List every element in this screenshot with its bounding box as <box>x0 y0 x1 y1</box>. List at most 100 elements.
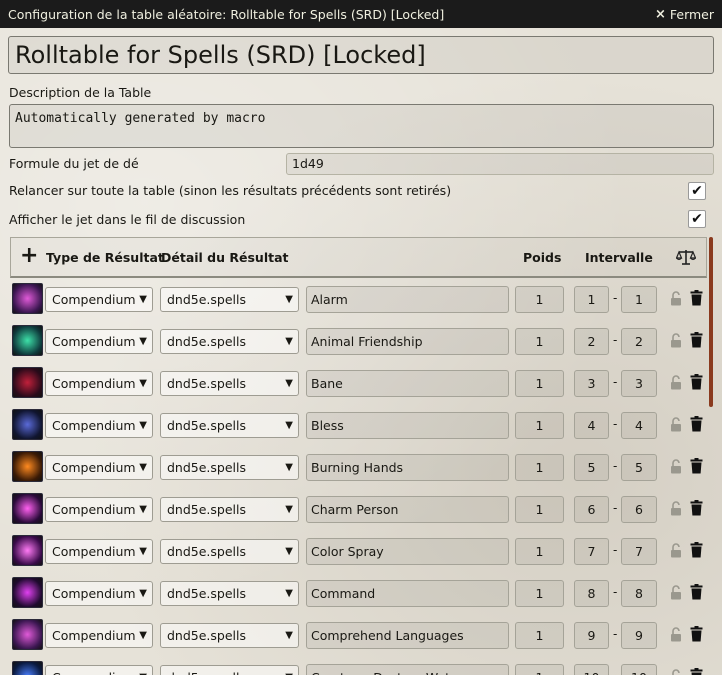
range-low-input[interactable]: 3 <box>574 370 609 397</box>
spell-thumbnail[interactable] <box>12 535 43 566</box>
trash-icon[interactable] <box>690 626 703 642</box>
description-textarea[interactable]: Automatically generated by macro <box>9 104 714 148</box>
close-button[interactable]: × Fermer <box>655 7 714 22</box>
range-low-input[interactable]: 8 <box>574 580 609 607</box>
spell-thumbnail[interactable] <box>12 283 43 314</box>
result-weight-input[interactable]: 1 <box>515 622 564 649</box>
normalize-weights-icon[interactable] <box>676 248 696 266</box>
result-collection-select[interactable]: dnd5e.spells ▼ <box>160 623 299 648</box>
result-type-select[interactable]: Compendium ▼ <box>45 371 153 396</box>
trash-icon[interactable] <box>690 668 703 675</box>
range-high-input[interactable]: 7 <box>621 538 657 565</box>
result-text-input[interactable]: Bane <box>306 370 509 397</box>
result-collection-select[interactable]: dnd5e.spells ▼ <box>160 455 299 480</box>
result-weight-input[interactable]: 1 <box>515 580 564 607</box>
result-type-select[interactable]: Compendium ▼ <box>45 413 153 438</box>
result-collection-select[interactable]: dnd5e.spells ▼ <box>160 581 299 606</box>
result-type-select[interactable]: Compendium ▼ <box>45 329 153 354</box>
result-weight-input[interactable]: 1 <box>515 496 564 523</box>
unlock-icon[interactable] <box>670 417 682 432</box>
replacement-checkbox[interactable]: ✔ <box>688 182 706 200</box>
range-low-input[interactable]: 2 <box>574 328 609 355</box>
range-high-input[interactable]: 6 <box>621 496 657 523</box>
result-weight-input[interactable]: 1 <box>515 538 564 565</box>
table-name-input[interactable]: Rolltable for Spells (SRD) [Locked] <box>8 36 714 74</box>
window-titlebar[interactable]: Configuration de la table aléatoire: Rol… <box>0 0 722 28</box>
spell-thumbnail[interactable] <box>12 409 43 440</box>
trash-icon[interactable] <box>690 416 703 432</box>
range-high-input[interactable]: 4 <box>621 412 657 439</box>
range-high-input[interactable]: 9 <box>621 622 657 649</box>
range-low-input[interactable]: 9 <box>574 622 609 649</box>
result-collection-select[interactable]: dnd5e.spells ▼ <box>160 329 299 354</box>
result-weight-input[interactable]: 1 <box>515 454 564 481</box>
result-type-select[interactable]: Compendium ▼ <box>45 539 153 564</box>
unlock-icon[interactable] <box>670 669 682 675</box>
result-text-input[interactable]: Comprehend Languages <box>306 622 509 649</box>
result-text-input[interactable]: Animal Friendship <box>306 328 509 355</box>
result-collection-select[interactable]: dnd5e.spells ▼ <box>160 287 299 312</box>
result-type-select[interactable]: Compendium ▼ <box>45 623 153 648</box>
range-high-input[interactable]: 8 <box>621 580 657 607</box>
result-type-select[interactable]: Compendium ▼ <box>45 497 153 522</box>
trash-icon[interactable] <box>690 458 703 474</box>
unlock-icon[interactable] <box>670 459 682 474</box>
result-weight-input[interactable]: 1 <box>515 412 564 439</box>
result-text-input[interactable]: Create or Destroy Water <box>306 664 509 675</box>
unlock-icon[interactable] <box>670 543 682 558</box>
result-type-select[interactable]: Compendium ▼ <box>45 287 153 312</box>
spell-thumbnail[interactable] <box>12 661 43 675</box>
unlock-icon[interactable] <box>670 333 682 348</box>
spell-thumbnail[interactable] <box>12 325 43 356</box>
result-collection-select[interactable]: dnd5e.spells ▼ <box>160 497 299 522</box>
range-high-input[interactable]: 3 <box>621 370 657 397</box>
spell-thumbnail[interactable] <box>12 367 43 398</box>
range-low-input[interactable]: 5 <box>574 454 609 481</box>
result-collection-select[interactable]: dnd5e.spells ▼ <box>160 371 299 396</box>
trash-icon[interactable] <box>690 290 703 306</box>
unlock-icon[interactable] <box>670 375 682 390</box>
result-weight-input[interactable]: 1 <box>515 286 564 313</box>
result-text-input[interactable]: Burning Hands <box>306 454 509 481</box>
scrollbar[interactable] <box>709 237 713 407</box>
result-text-input[interactable]: Alarm <box>306 286 509 313</box>
range-low-input[interactable]: 10 <box>574 664 609 675</box>
range-high-input[interactable]: 10 <box>621 664 657 675</box>
spell-thumbnail[interactable] <box>12 619 43 650</box>
range-low-input[interactable]: 7 <box>574 538 609 565</box>
trash-icon[interactable] <box>690 332 703 348</box>
range-low-input[interactable]: 6 <box>574 496 609 523</box>
trash-icon[interactable] <box>690 584 703 600</box>
trash-icon[interactable] <box>690 500 703 516</box>
range-low-input[interactable]: 1 <box>574 286 609 313</box>
unlock-icon[interactable] <box>670 291 682 306</box>
range-high-input[interactable]: 5 <box>621 454 657 481</box>
result-type-select[interactable]: Compendium ▼ <box>45 581 153 606</box>
formula-input[interactable]: 1d49 <box>286 153 714 175</box>
result-type-select[interactable]: Compendium ▼ <box>45 455 153 480</box>
result-weight-input[interactable]: 1 <box>515 328 564 355</box>
unlock-icon[interactable] <box>670 627 682 642</box>
spell-thumbnail[interactable] <box>12 451 43 482</box>
add-result-icon[interactable]: + <box>20 244 38 268</box>
unlock-icon[interactable] <box>670 585 682 600</box>
trash-icon[interactable] <box>690 374 703 390</box>
result-text-input[interactable]: Charm Person <box>306 496 509 523</box>
result-collection-select[interactable]: dnd5e.spells ▼ <box>160 539 299 564</box>
spell-thumbnail[interactable] <box>12 577 43 608</box>
range-high-input[interactable]: 1 <box>621 286 657 313</box>
trash-icon[interactable] <box>690 542 703 558</box>
result-text-input[interactable]: Color Spray <box>306 538 509 565</box>
result-collection-select[interactable]: dnd5e.spells ▼ <box>160 665 299 675</box>
result-weight-input[interactable]: 1 <box>515 370 564 397</box>
range-low-input[interactable]: 4 <box>574 412 609 439</box>
unlock-icon[interactable] <box>670 501 682 516</box>
display-roll-checkbox[interactable]: ✔ <box>688 210 706 228</box>
result-text-input[interactable]: Command <box>306 580 509 607</box>
result-text-input[interactable]: Bless <box>306 412 509 439</box>
result-weight-input[interactable]: 1 <box>515 664 564 675</box>
spell-thumbnail[interactable] <box>12 493 43 524</box>
range-high-input[interactable]: 2 <box>621 328 657 355</box>
result-collection-select[interactable]: dnd5e.spells ▼ <box>160 413 299 438</box>
result-type-select[interactable]: Compendium ▼ <box>45 665 153 675</box>
